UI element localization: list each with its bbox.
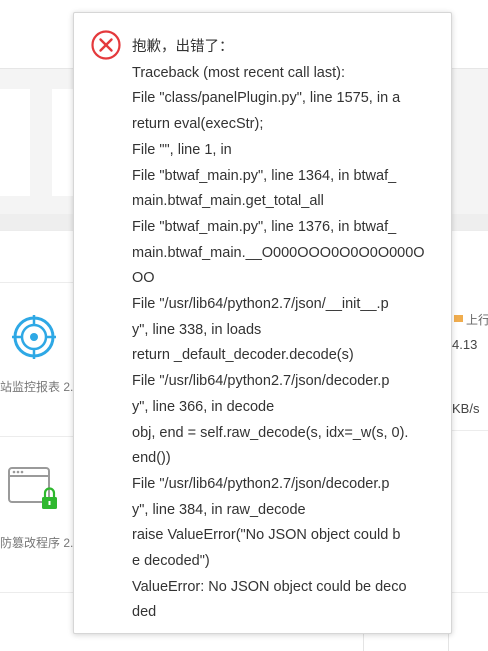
- error-line: end()): [132, 450, 171, 467]
- radar-target-icon: [12, 315, 56, 359]
- error-line: File "btwaf_main.py", line 1364, in btwa…: [132, 167, 397, 184]
- error-line: main.btwaf_main.__O000OOO0O0O0O000O: [132, 244, 425, 261]
- error-line: ValueError: No JSON object could be deco: [132, 578, 407, 595]
- error-message: 抱歉，出错了： Traceback (most recent call last…: [132, 35, 432, 626]
- upload-value: 4.13: [452, 337, 478, 352]
- error-line: main.btwaf_main.get_total_all: [132, 193, 324, 210]
- error-x-icon: [91, 30, 121, 60]
- error-dialog: 抱歉，出错了： Traceback (most recent call last…: [73, 12, 452, 634]
- error-line: File "", line 1, in: [132, 141, 232, 158]
- error-line: 抱歉，出错了：: [132, 39, 234, 55]
- plugin-label: 站监控报表 2.9: [0, 380, 81, 394]
- error-line: return eval(execStr);: [132, 116, 264, 133]
- error-line: File "/usr/lib64/python2.7/json/decoder.…: [132, 373, 390, 390]
- browser-lock-icon: [8, 467, 57, 509]
- error-line: OO: [132, 270, 155, 287]
- stat-card-1: [0, 89, 30, 196]
- error-line: File "btwaf_main.py", line 1376, in btwa…: [132, 218, 397, 235]
- error-line: File "/usr/lib64/python2.7/json/__init__…: [132, 296, 389, 313]
- stat-card-2: [52, 89, 73, 196]
- error-line: return _default_decoder.decode(s): [132, 347, 354, 364]
- error-line: ded: [132, 604, 157, 621]
- upload-unit: KB/s: [452, 401, 480, 416]
- error-line: File "/usr/lib64/python2.7/json/decoder.…: [132, 475, 390, 492]
- plugin-label: 防篡改程序 2.: [0, 536, 74, 550]
- plugin-tile-tamper-proof[interactable]: 防篡改程序 2.: [0, 437, 75, 593]
- error-line: y", line 384, in raw_decode: [132, 501, 306, 518]
- upload-status-label: 上行: [466, 313, 488, 327]
- plugin-tile-site-report[interactable]: 站监控报表 2.9: [0, 283, 80, 437]
- error-line: raise ValueError("No JSON object could b: [132, 527, 401, 544]
- error-line: y", line 338, in loads: [132, 321, 262, 338]
- row-divider-right-2: [452, 592, 488, 593]
- error-line: Traceback (most recent call last):: [132, 64, 345, 81]
- error-line: File "class/panelPlugin.py", line 1575, …: [132, 90, 401, 107]
- row-divider-right-1: [452, 430, 488, 431]
- error-line: e decoded"): [132, 553, 210, 570]
- upload-legend-marker: [454, 315, 463, 322]
- error-line: obj, end = self.raw_decode(s, idx=_w(s, …: [132, 424, 409, 441]
- error-line: y", line 366, in decode: [132, 398, 275, 415]
